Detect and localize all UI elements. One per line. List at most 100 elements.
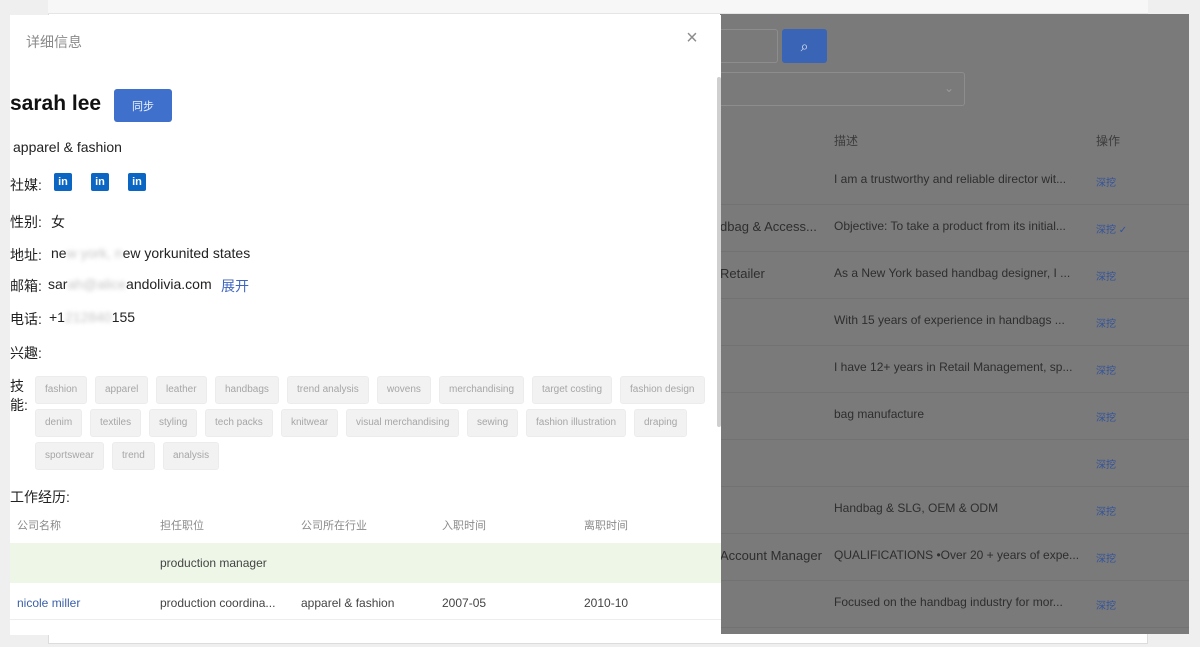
- skills-label: 技: [10, 378, 24, 394]
- skill-tag: tech packs: [205, 409, 273, 437]
- background-table-row: Handbag & SLG, OEM & ODM 深挖: [720, 487, 1189, 534]
- skill-tag: apparel: [95, 376, 149, 404]
- skill-tag: visual merchandising: [346, 409, 460, 437]
- address-label: 地址:: [10, 247, 42, 263]
- skill-tag: trend: [112, 442, 155, 470]
- email-value: sarah@aliceandolivia.com: [48, 276, 212, 292]
- expand-link[interactable]: 展开: [221, 276, 249, 296]
- skill-tag: sportswear: [35, 442, 104, 470]
- background-search-input: [720, 29, 778, 63]
- background-select: ⌄: [720, 72, 965, 106]
- column-header-desc: 描述: [834, 134, 859, 148]
- social-label: 社媒:: [10, 177, 42, 193]
- interests-label: 兴趣:: [10, 345, 42, 361]
- skill-tag: fashion illustration: [526, 409, 627, 437]
- background-table-row: Retailer As a New York based handbag desi…: [720, 252, 1189, 299]
- background-table-row: 深挖: [720, 440, 1189, 487]
- dig-link: 深挖: [1096, 460, 1116, 471]
- skill-tag: target costing: [532, 376, 613, 404]
- skill-tag: leather: [156, 376, 207, 404]
- dig-link: 深挖: [1096, 413, 1116, 424]
- skill-tag: merchandising: [439, 376, 525, 404]
- background-row-name: Account Manager: [720, 548, 822, 563]
- background-row-desc: I have 12+ years in Retail Management, s…: [834, 360, 1073, 374]
- linkedin-icon[interactable]: in: [91, 173, 109, 191]
- dig-link: 深挖: [1096, 554, 1116, 565]
- phone-value: +1212840155: [49, 309, 136, 325]
- work-column-header: 公司名称: [17, 520, 61, 532]
- background-table-row: With 15 years of experience in handbags …: [720, 299, 1189, 346]
- table-row[interactable]: production manager: [10, 543, 721, 583]
- modal-overlay[interactable]: ⌕ ⌄ 描述 操作 I am a trustworthy and reliabl…: [720, 14, 1189, 634]
- background-table-row: Focused on the handbag industry for mor.…: [720, 581, 1189, 628]
- dig-link: 深挖: [1096, 507, 1116, 518]
- skill-tag: fashion design: [620, 376, 705, 404]
- background-table-row: I have 12+ years in Retail Management, s…: [720, 346, 1189, 393]
- background-row-desc: As a New York based handbag designer, I …: [834, 266, 1071, 280]
- skill-tag: textiles: [90, 409, 142, 437]
- table-row[interactable]: nicole miller production coordina... appar…: [10, 583, 721, 623]
- background-row-desc: Focused on the handbag industry for mor.…: [834, 595, 1063, 609]
- dig-link: 深挖: [1096, 319, 1116, 330]
- chevron-down-icon: ⌄: [943, 81, 954, 95]
- background-row-desc: Objective: To take a product from its in…: [834, 219, 1066, 233]
- detail-modal: 详细信息 × sarah lee 同步 apparel & fashion 社媒…: [10, 15, 721, 635]
- work-table-header: 公司名称 担任职位 公司所在行业 入职时间 离职时间: [10, 513, 721, 535]
- background-row-desc: QUALIFICATIONS •Over 20 + years of expe.…: [834, 548, 1080, 562]
- skill-tag: knitwear: [281, 409, 339, 437]
- background-search-button: ⌕: [782, 29, 827, 63]
- skill-tag: denim: [35, 409, 83, 437]
- dig-link: 深挖: [1096, 178, 1116, 189]
- background-row-name: dbag & Access...: [720, 219, 817, 234]
- linkedin-icon[interactable]: in: [54, 173, 72, 191]
- work-column-header: 担任职位: [160, 520, 204, 532]
- table-cell: production manager: [160, 556, 267, 570]
- work-column-header: 入职时间: [442, 520, 486, 532]
- page: ⌕ ⌄ 描述 操作 I am a trustworthy and reliabl…: [0, 0, 1200, 647]
- background-table-row: Account Manager QUALIFICATIONS •Over 20 +…: [720, 534, 1189, 581]
- work-history-label: 工作经历:: [10, 489, 70, 505]
- skill-tag: sewing: [467, 409, 519, 437]
- gender-value: 女: [51, 214, 65, 230]
- sync-button[interactable]: 同步: [114, 89, 172, 122]
- skills-label: 能:: [10, 397, 28, 413]
- address-value: new york, new yorkunited states: [51, 245, 251, 261]
- background-topbar: [48, 0, 1148, 14]
- background-row-name: Retailer: [720, 266, 765, 281]
- company-name-cell[interactable]: nicole miller: [17, 596, 80, 610]
- table-cell: 2007-05: [442, 596, 487, 610]
- modal-title: 详细信息: [26, 34, 82, 50]
- profile-name: sarah lee: [10, 92, 102, 115]
- gender-label: 性别:: [10, 214, 42, 230]
- table-cell: apparel & fashion: [301, 596, 395, 610]
- search-icon: ⌕: [800, 37, 809, 54]
- background-row-desc: bag manufacture: [834, 407, 925, 421]
- phone-label: 电话:: [10, 311, 42, 327]
- skill-tag: styling: [149, 409, 198, 437]
- dig-link: 深挖 ✓: [1096, 225, 1128, 236]
- scrollbar[interactable]: [717, 77, 721, 427]
- close-icon[interactable]: ×: [682, 27, 702, 49]
- work-column-header: 公司所在行业: [301, 520, 367, 532]
- background-table-row: dbag & Access... Objective: To take a pro…: [720, 205, 1189, 252]
- skill-tag: draping: [634, 409, 688, 437]
- background-row-desc: Handbag & SLG, OEM & ODM: [834, 501, 999, 515]
- dig-link: 深挖: [1096, 601, 1116, 612]
- skill-tag: handbags: [215, 376, 279, 404]
- table-divider: [10, 619, 721, 620]
- background-table-row: I am a trustworthy and reliable director…: [720, 158, 1189, 205]
- skill-tag: wovens: [377, 376, 431, 404]
- table-cell: production coordina...: [160, 596, 276, 610]
- background-row-desc: I am a trustworthy and reliable director…: [834, 172, 1067, 186]
- dig-link: 深挖: [1096, 366, 1116, 377]
- skill-tag: analysis: [163, 442, 220, 470]
- email-label: 邮箱:: [10, 278, 42, 294]
- linkedin-icon[interactable]: in: [128, 173, 146, 191]
- column-header-op: 操作: [1096, 134, 1121, 148]
- profile-industry: apparel & fashion: [13, 139, 122, 155]
- skill-tag: fashion: [35, 376, 88, 404]
- skill-tag: trend analysis: [287, 376, 369, 404]
- work-column-header: 离职时间: [584, 520, 628, 532]
- table-cell: 2010-10: [584, 596, 629, 610]
- background-row-desc: With 15 years of experience in handbags …: [834, 313, 1065, 327]
